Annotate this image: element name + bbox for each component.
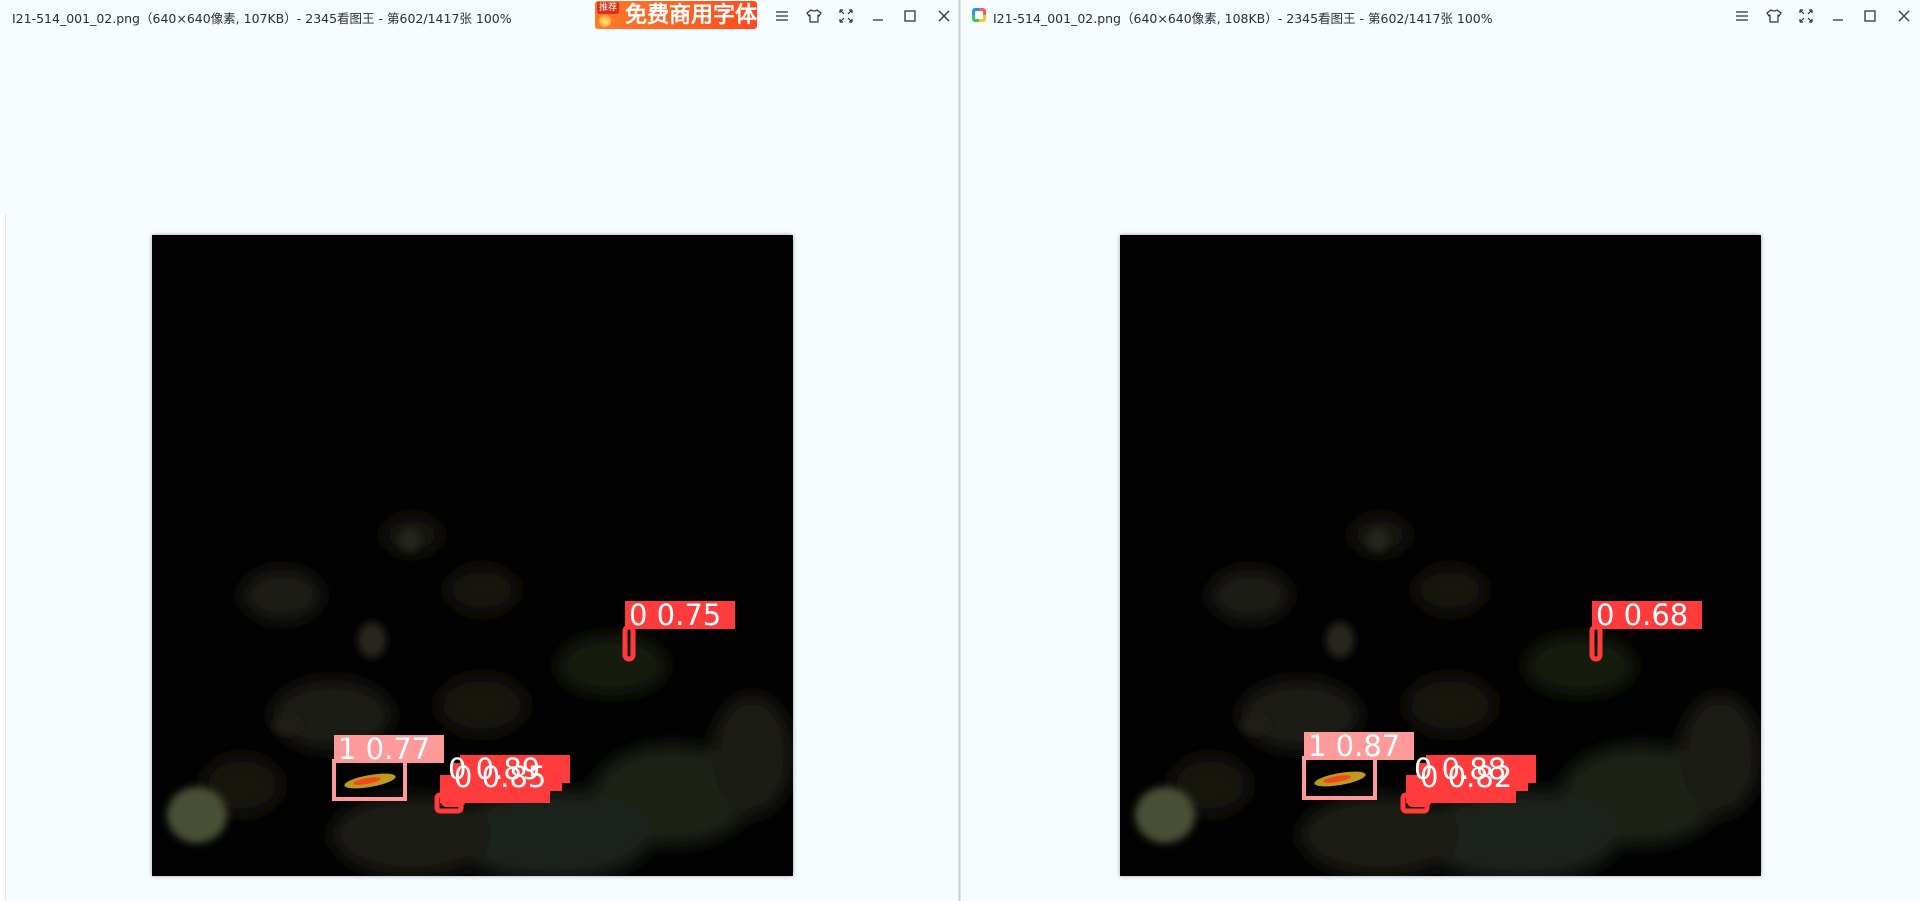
detection-label: 0 0.89	[448, 752, 540, 786]
ad-text: 免费商用字体	[625, 3, 757, 28]
detection-label: 0 0.68	[1596, 598, 1688, 632]
app-logo-icon	[972, 8, 986, 22]
skin-icon[interactable]	[802, 4, 826, 28]
menu-icon[interactable]	[1730, 4, 1754, 28]
fullscreen-icon[interactable]	[1794, 4, 1818, 28]
title-bar[interactable]: I21-514_001_02.png（640×640像素, 107KB）- 23…	[0, 0, 959, 32]
close-icon[interactable]	[1892, 4, 1916, 28]
image-canvas[interactable]: 0 0.68 1 0.87 0 0.82 0 0.88	[1120, 235, 1761, 876]
window-title: I21-514_001_02.png（640×640像素, 108KB）- 23…	[993, 11, 1493, 26]
detection-image: 0 0.75 1 0.77 0 0.85 0 0.89	[152, 235, 793, 876]
maximize-icon[interactable]	[1858, 4, 1882, 28]
ad-tag: 推荐	[597, 2, 620, 14]
right-viewer-window: I21-514_001_02.png（640×640像素, 108KB）- 23…	[961, 0, 1920, 901]
left-viewer-window: I21-514_001_02.png（640×640像素, 107KB）- 23…	[0, 0, 959, 901]
minimize-icon[interactable]	[1826, 4, 1850, 28]
detection-image: 0 0.68 1 0.87 0 0.82 0 0.88	[1120, 235, 1761, 876]
close-icon[interactable]	[932, 4, 956, 28]
skin-icon[interactable]	[1762, 4, 1786, 28]
image-canvas[interactable]: 0 0.75 1 0.77 0 0.85 0 0.89	[152, 235, 793, 876]
minimize-icon[interactable]	[866, 4, 890, 28]
detection-label: 0 0.88	[1414, 752, 1506, 786]
title-bar[interactable]: I21-514_001_02.png（640×640像素, 108KB）- 23…	[961, 0, 1920, 32]
detection-label: 1 0.87	[1308, 729, 1400, 763]
menu-icon[interactable]	[770, 4, 794, 28]
side-panel-edge	[0, 214, 6, 901]
detection-label: 0 0.75	[629, 598, 721, 632]
ad-banner[interactable]: 推荐 免费商用字体	[595, 1, 757, 29]
fullscreen-icon[interactable]	[834, 4, 858, 28]
maximize-icon[interactable]	[898, 4, 922, 28]
flame-icon	[599, 15, 611, 27]
window-title: I21-514_001_02.png（640×640像素, 107KB）- 23…	[12, 11, 512, 26]
detection-label: 1 0.77	[338, 732, 430, 766]
